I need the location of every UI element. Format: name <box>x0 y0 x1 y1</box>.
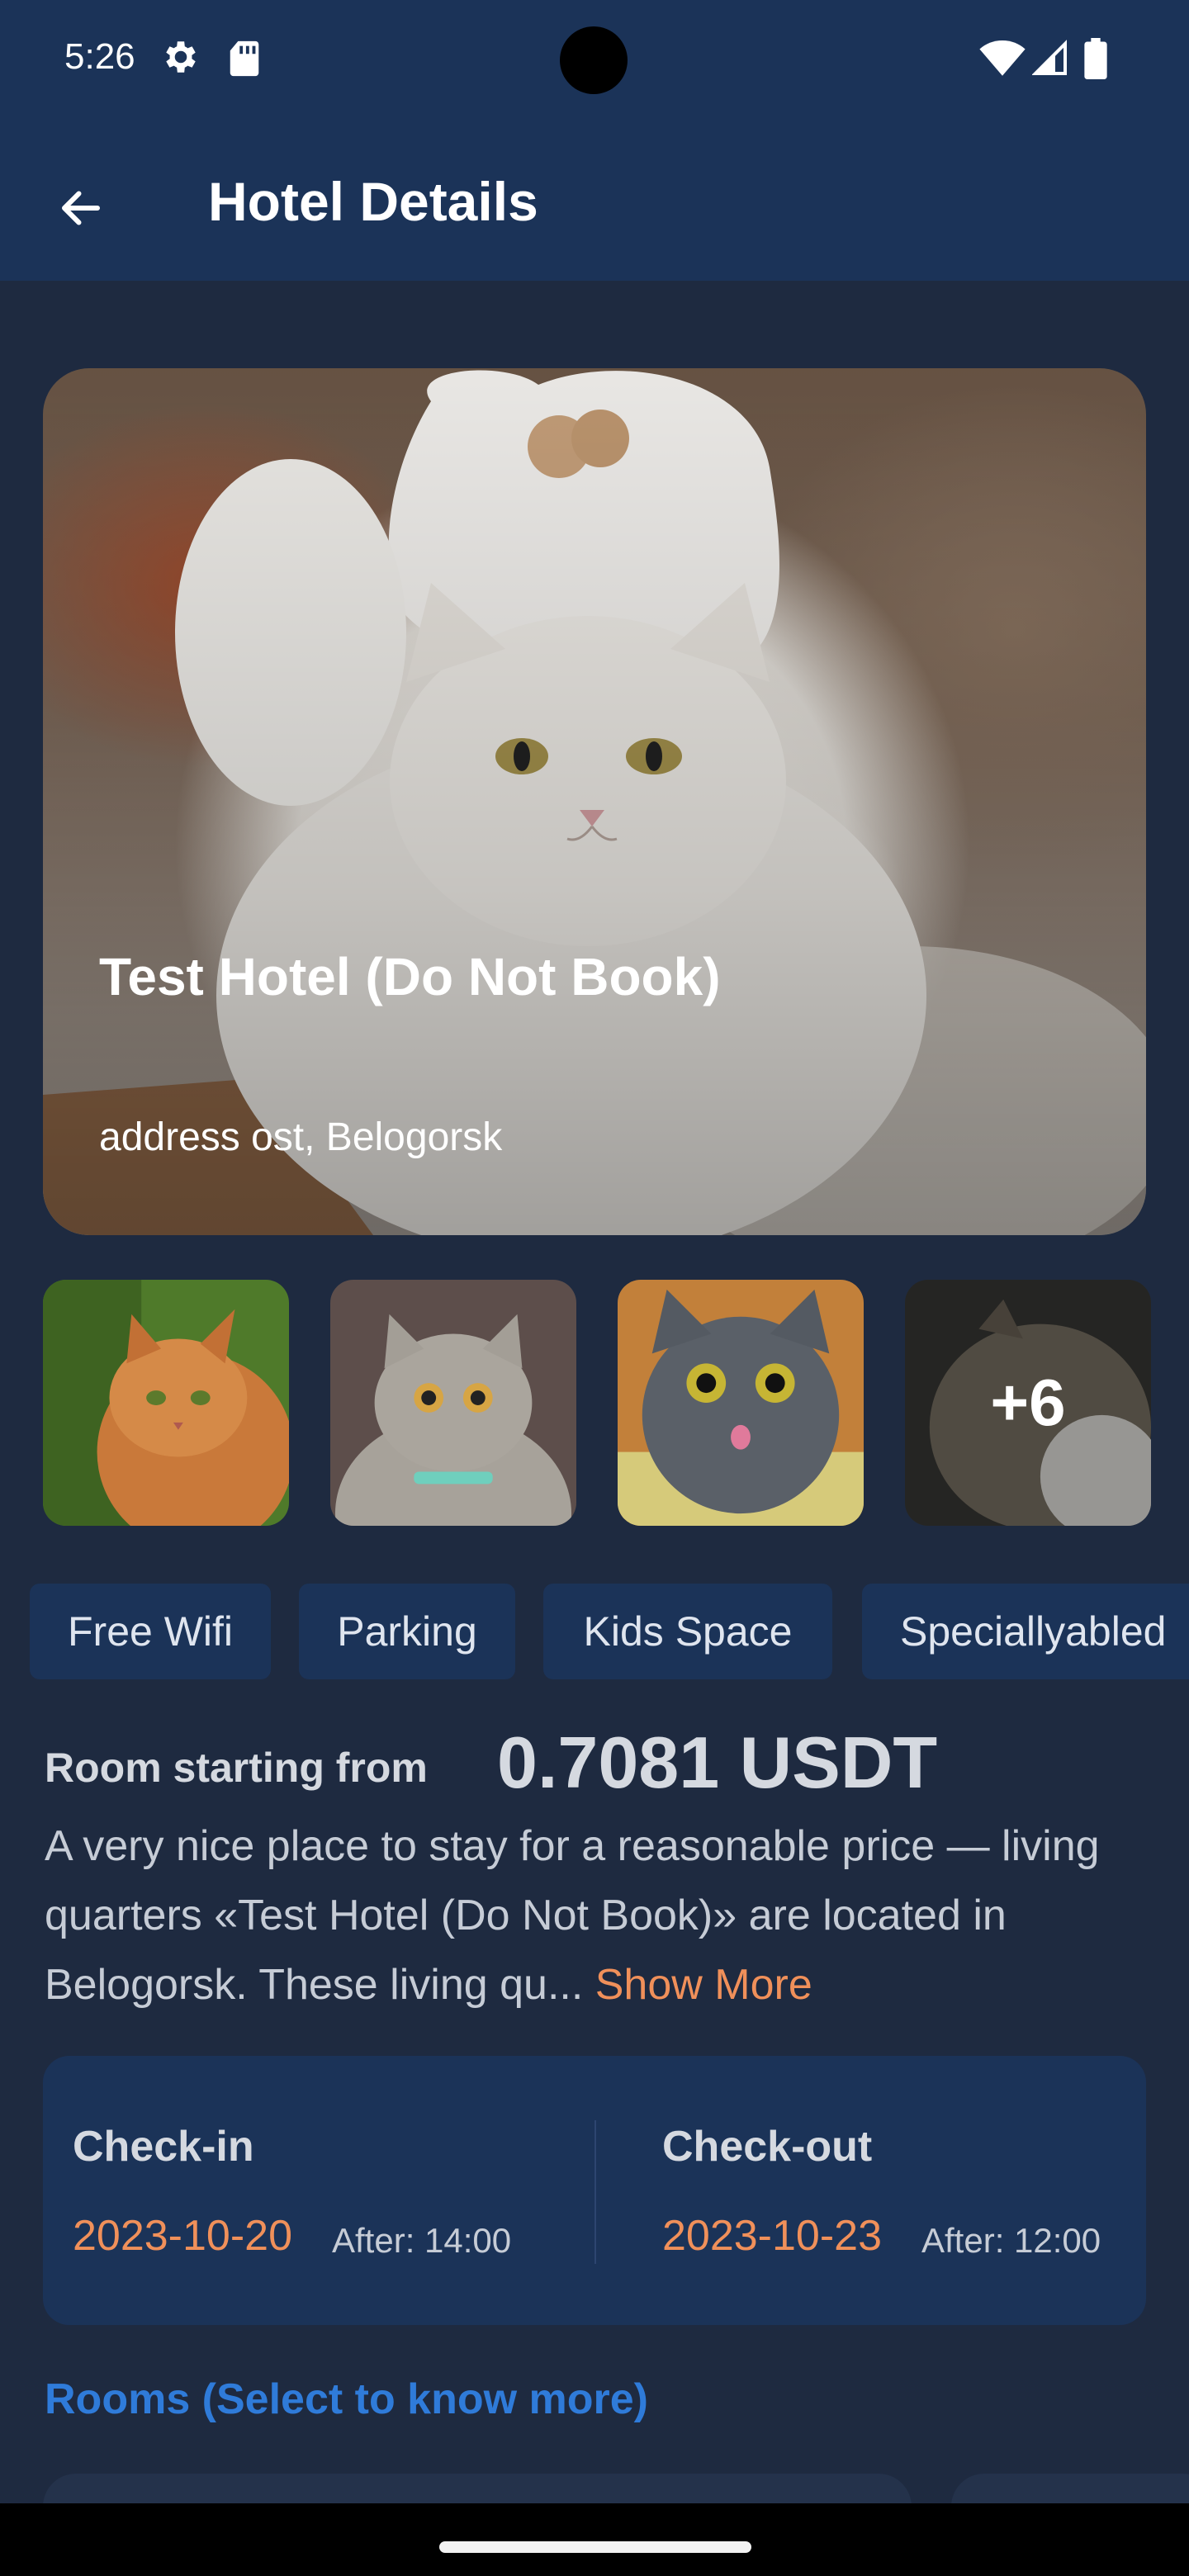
battery-icon <box>1084 38 1107 79</box>
gear-icon <box>166 41 196 73</box>
system-navigation-bar <box>0 2503 1189 2576</box>
arrow-left-icon <box>62 191 100 225</box>
hotel-address: address ost, Belogorsk <box>99 1115 503 1159</box>
rooms-section-link[interactable]: Rooms (Select to know more) <box>45 2375 648 2424</box>
hotel-description: A very nice place to stay for a reasonab… <box>45 1811 1151 2020</box>
gallery-more-count: +6 <box>905 1280 1151 1526</box>
description-text: A very nice place to stay for a reasonab… <box>45 1822 1100 2009</box>
hotel-details-screen: 5:26 Hotel Details Test Hotel (Do Not Bo… <box>0 0 1189 2576</box>
thumbnail-cat-image <box>43 1280 289 1526</box>
app-bar: Hotel Details <box>0 122 1189 281</box>
thumbnail-cat-image <box>330 1280 576 1526</box>
price-value: 0.7081 USDT <box>497 1721 938 1803</box>
wifi-icon <box>979 40 1026 76</box>
price-label: Room starting from <box>45 1745 428 1791</box>
sd-card-icon <box>230 40 259 77</box>
status-time: 5:26 <box>64 36 135 77</box>
checkin-heading: Check-in <box>73 2123 254 2171</box>
checkout-date[interactable]: 2023-10-23 <box>662 2211 882 2261</box>
camera-cutout <box>560 26 628 94</box>
amenity-chip-kids-space[interactable]: Kids Space <box>543 1584 832 1679</box>
back-button[interactable] <box>41 168 121 248</box>
amenity-chip-parking[interactable]: Parking <box>299 1584 515 1679</box>
gallery-thumbnail-2[interactable] <box>330 1280 576 1526</box>
hotel-hero-image[interactable]: Test Hotel (Do Not Book) address ost, Be… <box>43 368 1146 1235</box>
amenity-chip-free-wifi[interactable]: Free Wifi <box>30 1584 271 1679</box>
hotel-name: Test Hotel (Do Not Book) <box>99 947 721 1006</box>
card-divider <box>594 2120 596 2264</box>
checkin-after-time: After: 14:00 <box>332 2221 512 2260</box>
show-more-link[interactable]: Show More <box>595 1961 812 2009</box>
checkout-heading: Check-out <box>662 2123 873 2171</box>
gallery-thumbnail-3[interactable] <box>618 1280 864 1526</box>
thumbnail-cat-image <box>618 1280 864 1526</box>
status-bar: 5:26 <box>0 0 1189 122</box>
hero-cat-illustration <box>43 370 1146 1235</box>
amenity-chip-specially-abled[interactable]: Speciallyabled <box>862 1584 1189 1679</box>
page-title: Hotel Details <box>208 171 538 232</box>
signal-icon <box>1032 40 1067 75</box>
checkin-date[interactable]: 2023-10-20 <box>73 2211 292 2261</box>
checkin-checkout-card: Check-in 2023-10-20 After: 14:00 Check-o… <box>43 2056 1146 2325</box>
checkout-after-time: After: 12:00 <box>921 2221 1101 2260</box>
home-gesture-handle[interactable] <box>439 2541 751 2553</box>
gallery-thumbnail-more[interactable]: +6 <box>905 1280 1151 1526</box>
gallery-thumbnail-1[interactable] <box>43 1280 289 1526</box>
